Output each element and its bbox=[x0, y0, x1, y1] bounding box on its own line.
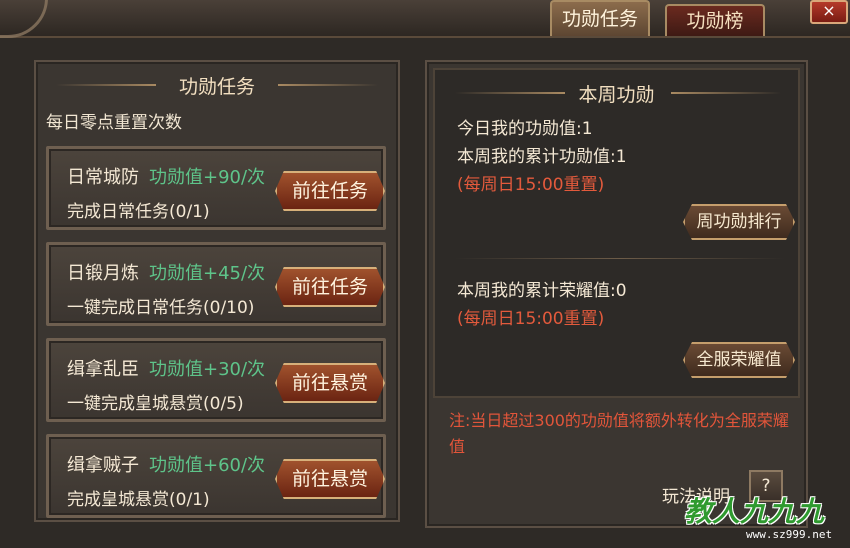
task-card: 缉拿贼子 功勋值+60/次 完成皇城悬赏(0/1) 前往悬赏 bbox=[46, 434, 386, 518]
tab-merit-tasks[interactable]: 功勋任务 bbox=[550, 0, 650, 36]
task-progress: 完成皇城悬赏(0/1) bbox=[67, 490, 210, 510]
task-card: 缉拿乱臣 功勋值+30/次 一键完成皇城悬赏(0/5) 前往悬赏 bbox=[46, 338, 386, 422]
watermark-url: www.sz999.net bbox=[746, 528, 833, 541]
task-progress: 一键完成日常任务(0/10) bbox=[67, 298, 255, 318]
corner-ornament bbox=[0, 0, 48, 38]
task-card: 日常城防 功勋值+90/次 完成日常任务(0/1) 前往任务 bbox=[46, 146, 386, 230]
reset-time: (每周日15:00重置) bbox=[457, 175, 605, 195]
divider bbox=[455, 258, 785, 259]
weekly-rank-button[interactable]: 周功勋排行 bbox=[683, 204, 795, 240]
task-reward: 功勋值+45/次 bbox=[149, 263, 266, 284]
close-button[interactable]: × bbox=[810, 0, 848, 24]
task-reward: 功勋值+30/次 bbox=[149, 359, 266, 380]
week-honor: 本周我的累计荣耀值:0 bbox=[457, 281, 627, 301]
go-task-button[interactable]: 前往任务 bbox=[275, 267, 385, 307]
task-name: 缉拿贼子 bbox=[67, 455, 139, 476]
weekly-merit-panel: 本周功勋 今日我的功勋值:1 本周我的累计功勋值:1 (每周日15:00重置) … bbox=[425, 60, 808, 528]
task-name: 日锻月炼 bbox=[67, 263, 139, 284]
go-bounty-button[interactable]: 前往悬赏 bbox=[275, 459, 385, 499]
week-merit: 本周我的累计功勋值:1 bbox=[457, 147, 627, 167]
task-name: 缉拿乱臣 bbox=[67, 359, 139, 380]
task-reward: 功勋值+90/次 bbox=[149, 167, 266, 188]
conversion-note: 注:当日超过300的功勋值将额外转化为全服荣耀值 bbox=[449, 411, 789, 456]
merit-task-panel: 功勋任务 每日零点重置次数 日常城防 功勋值+90/次 完成日常任务(0/1) 前… bbox=[34, 60, 400, 522]
watermark: 教人九九九 www.sz999.net bbox=[684, 490, 832, 541]
title-ornament-right bbox=[671, 92, 781, 94]
task-progress: 一键完成皇城悬赏(0/5) bbox=[67, 394, 244, 414]
reset-time: (每周日15:00重置) bbox=[457, 309, 605, 329]
top-bar: 功勋任务 功勋榜 × bbox=[0, 0, 850, 38]
task-reward: 功勋值+60/次 bbox=[149, 455, 266, 476]
tab-merit-ranking[interactable]: 功勋榜 bbox=[665, 4, 765, 36]
reset-info: 每日零点重置次数 bbox=[46, 113, 182, 133]
task-card: 日锻月炼 功勋值+45/次 一键完成日常任务(0/10) 前往任务 bbox=[46, 242, 386, 326]
today-merit: 今日我的功勋值:1 bbox=[457, 119, 593, 139]
watermark-logo: 教人九九九 bbox=[684, 495, 825, 528]
weekly-merit-box: 本周功勋 今日我的功勋值:1 本周我的累计功勋值:1 (每周日15:00重置) … bbox=[433, 68, 800, 398]
task-name: 日常城防 bbox=[67, 167, 139, 188]
task-progress: 完成日常任务(0/1) bbox=[67, 202, 210, 222]
go-task-button[interactable]: 前往任务 bbox=[275, 171, 385, 211]
go-bounty-button[interactable]: 前往悬赏 bbox=[275, 363, 385, 403]
title-ornament-right bbox=[278, 84, 378, 86]
server-honor-button[interactable]: 全服荣耀值 bbox=[683, 342, 795, 378]
